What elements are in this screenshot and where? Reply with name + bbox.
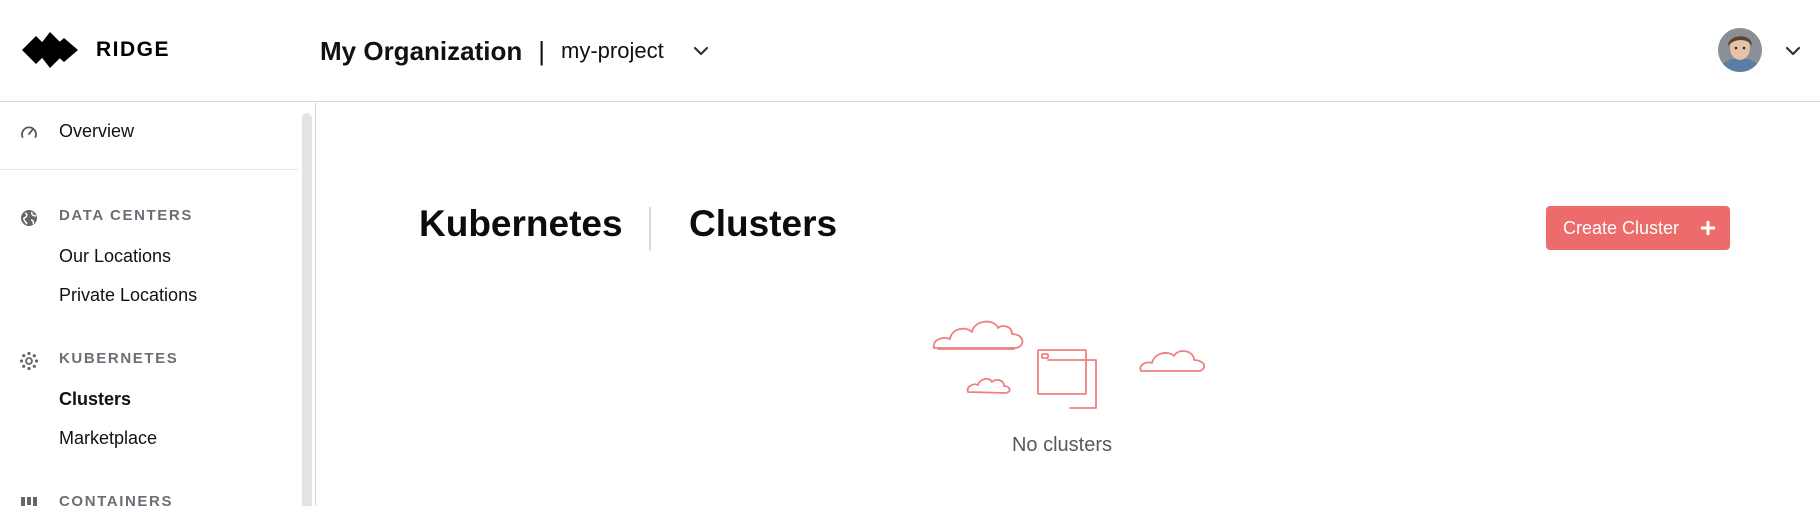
create-cluster-label: Create Cluster xyxy=(1563,217,1680,238)
user-avatar[interactable] xyxy=(1718,28,1762,72)
sidebar-item-marketplace[interactable]: Marketplace xyxy=(59,428,157,449)
sidebar-item-label: Overview xyxy=(59,121,135,141)
section-title-containers: CONTAINERS xyxy=(59,493,174,506)
chevron-down-icon[interactable] xyxy=(690,40,712,62)
title-divider xyxy=(649,207,651,251)
containers-icon xyxy=(18,493,40,506)
sidebar-item-clusters[interactable]: Clusters xyxy=(59,389,131,410)
section-title-kubernetes: KUBERNETES xyxy=(59,350,179,367)
section-title-data-centers: DATA CENTERS xyxy=(59,207,193,224)
logo-text: RIDGE xyxy=(96,38,171,61)
project-name[interactable]: my-project xyxy=(561,38,664,64)
org-separator: | xyxy=(538,35,546,66)
create-cluster-button[interactable]: Create Cluster xyxy=(1546,206,1730,250)
sidebar-scrollbar[interactable] xyxy=(302,113,312,506)
kubernetes-icon xyxy=(18,350,40,372)
empty-clouds-illustration xyxy=(932,320,1206,409)
globe-icon xyxy=(18,207,40,229)
org-project-switcher[interactable]: My Organization | my-project xyxy=(320,32,712,70)
organization-name[interactable]: My Organization xyxy=(320,36,522,67)
main-content: Kubernetes Clusters Create Cluster No cl… xyxy=(317,103,1820,506)
logo[interactable]: RIDGE xyxy=(22,28,170,72)
speedometer-icon xyxy=(18,122,40,144)
sidebar-divider xyxy=(0,169,298,170)
sidebar-item-private-locations[interactable]: Private Locations xyxy=(59,285,197,306)
top-header: RIDGE My Organization | my-project xyxy=(0,0,1820,102)
user-menu-chevron-icon[interactable] xyxy=(1782,40,1804,62)
sidebar: Overview DATA CENTERS Our Locations Priv… xyxy=(0,103,316,506)
plus-icon xyxy=(1701,221,1715,235)
logo-mark xyxy=(22,32,78,68)
breadcrumb-parent[interactable]: Kubernetes xyxy=(419,203,623,245)
empty-state-text: No clusters xyxy=(1011,434,1113,456)
sidebar-item-our-locations[interactable]: Our Locations xyxy=(59,246,171,267)
page-title: Clusters xyxy=(689,203,838,244)
